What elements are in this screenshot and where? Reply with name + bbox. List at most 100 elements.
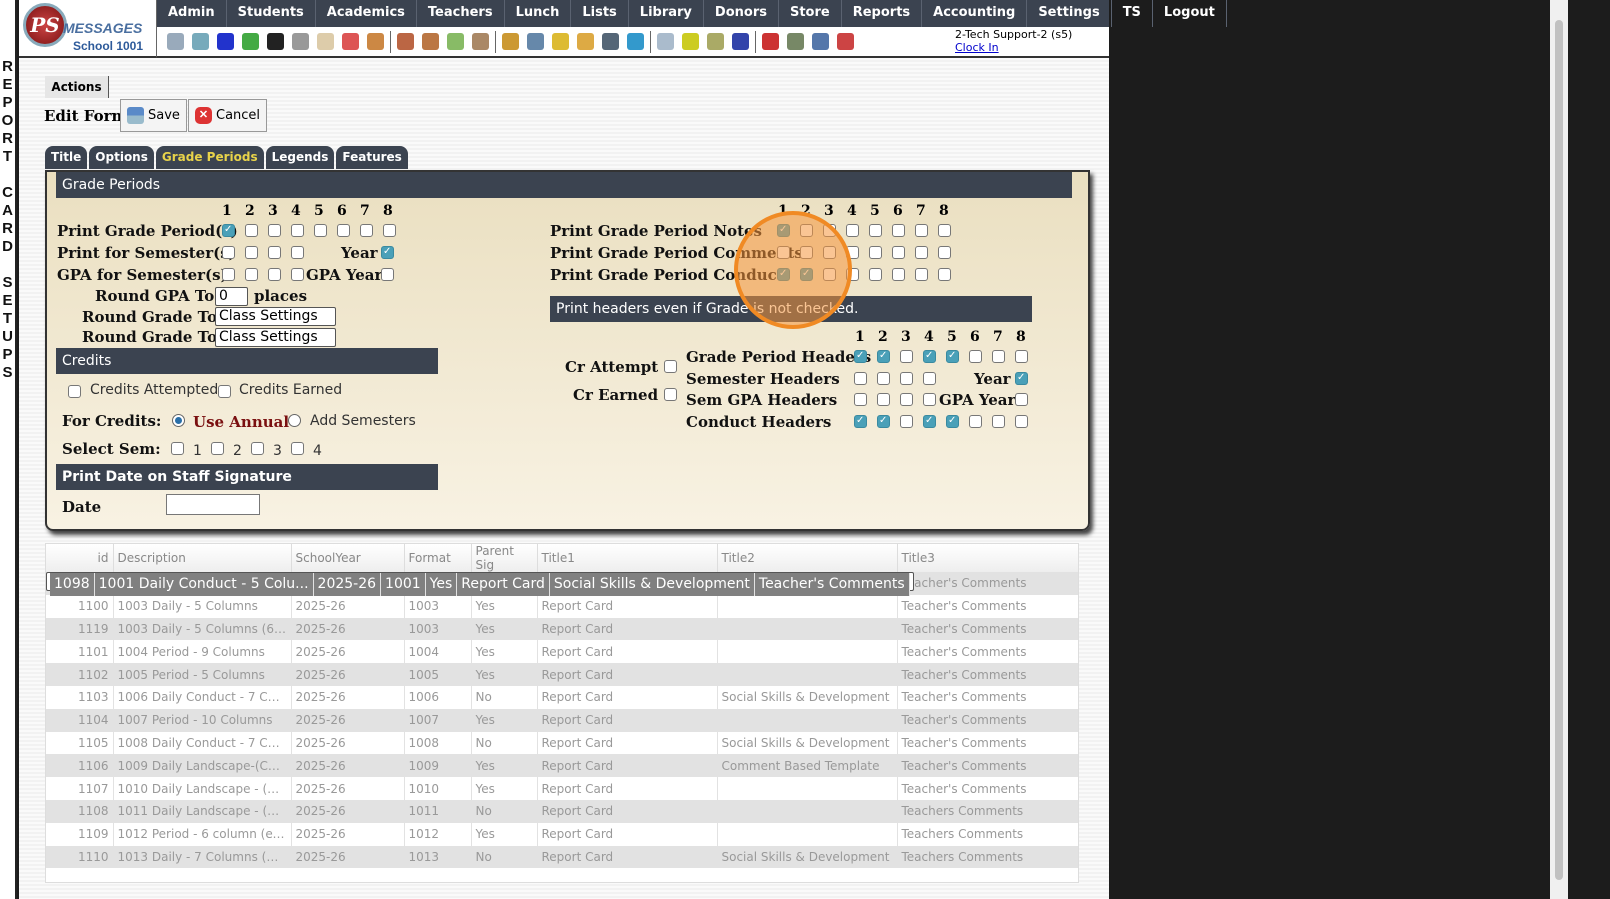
round-grade-select-2[interactable]: Class Settings	[215, 328, 336, 347]
megaphone-icon[interactable]	[367, 33, 384, 50]
table-row[interactable]: 1103 1006 Daily Conduct - 7 Colu... 2025-2…	[46, 685, 1078, 709]
table-row[interactable]: 1104 1007 Period - 10 Columns 2025-26 1007 Y…	[46, 708, 1078, 732]
email-icon[interactable]	[217, 33, 234, 50]
sem-gpa-header-checkbox[interactable]	[900, 393, 913, 406]
print-period-checkbox[interactable]	[245, 224, 258, 237]
comments-checkbox[interactable]	[915, 246, 928, 259]
ap-icon[interactable]	[732, 33, 749, 50]
notes-checkbox[interactable]	[892, 224, 905, 237]
print-semester-checkbox[interactable]	[268, 246, 281, 259]
column-header-parent-sig[interactable]: Parent Sig	[471, 544, 538, 572]
register-icon[interactable]	[707, 33, 724, 50]
comments-checkbox[interactable]	[800, 246, 813, 259]
tab-features[interactable]: Features	[336, 146, 408, 169]
nav-donors[interactable]: Donors	[704, 0, 779, 27]
table-row[interactable]: 1107 1010 Daily Landscape - (Atte... 2025-…	[46, 777, 1078, 800]
gp-header-checkbox[interactable]	[969, 350, 982, 363]
clock-icon[interactable]	[627, 33, 644, 50]
comments-checkbox[interactable]	[869, 246, 882, 259]
cart-icon[interactable]	[577, 33, 594, 50]
date-icon[interactable]	[342, 33, 359, 50]
nav-lunch[interactable]: Lunch	[505, 0, 572, 27]
gp-header-checkbox[interactable]	[854, 350, 867, 363]
conduct-header-checkbox[interactable]	[877, 415, 890, 428]
nav-logout[interactable]: Logout	[1153, 0, 1227, 27]
actions-tab[interactable]: Actions	[45, 76, 109, 98]
table-row[interactable]: 1106 1009 Daily Landscape-(Core/... 2025-2…	[46, 754, 1078, 778]
table-row[interactable]: 1101 1004 Period - 9 Columns 2025-26 1004 Ye…	[46, 640, 1078, 664]
comments-checkbox[interactable]	[777, 246, 790, 259]
add-person-icon[interactable]	[397, 33, 414, 50]
print-period-checkbox[interactable]	[360, 224, 373, 237]
conduct-checkbox[interactable]	[846, 268, 859, 281]
table-row[interactable]: 1102 1005 Period - 5 Columns 2025-26 1005 Ye…	[46, 663, 1078, 686]
table-row[interactable]: 1119 1003 Daily - 5 Columns (6675) 2025-26…	[46, 617, 1078, 641]
book-icon[interactable]	[527, 33, 544, 50]
sem-header-checkbox[interactable]	[923, 372, 936, 385]
nav-store[interactable]: Store	[779, 0, 842, 27]
teacher-icon[interactable]	[602, 33, 619, 50]
column-header-format[interactable]: Format	[404, 544, 472, 572]
gpa-year-checkbox[interactable]	[381, 268, 394, 281]
sem-header-checkbox[interactable]	[900, 372, 913, 385]
notes-checkbox[interactable]	[938, 224, 951, 237]
column-header-title1[interactable]: Title1	[537, 544, 718, 572]
column-header-description[interactable]: Description	[113, 544, 292, 572]
tag-icon[interactable]	[552, 33, 569, 50]
schedule-icon[interactable]	[317, 33, 334, 50]
notes-checkbox[interactable]	[800, 224, 813, 237]
print-period-checkbox[interactable]	[337, 224, 350, 237]
select-sem-checkbox[interactable]	[171, 442, 184, 455]
burger-icon[interactable]	[502, 33, 519, 50]
chat-icon[interactable]	[242, 33, 259, 50]
sheet-icon[interactable]	[657, 33, 674, 50]
save-button[interactable]: Save	[120, 99, 187, 132]
gp-header-checkbox[interactable]	[1015, 350, 1028, 363]
use-annual-radio[interactable]	[172, 414, 185, 427]
conduct-header-checkbox[interactable]	[900, 415, 913, 428]
card-icon[interactable]	[682, 33, 699, 50]
logo[interactable]: PS MESSAGES School 1001	[19, 0, 157, 58]
notes-checkbox[interactable]	[846, 224, 859, 237]
tab-legends[interactable]: Legends	[265, 146, 335, 169]
notes-checkbox[interactable]	[777, 224, 790, 237]
table-row[interactable]: 1100 1003 Daily - 5 Columns 2025-26 1003 Yes…	[46, 594, 1078, 618]
group-icon[interactable]	[472, 33, 489, 50]
conduct-header-checkbox[interactable]	[992, 415, 1005, 428]
sem-gpa-header-checkbox[interactable]	[923, 393, 936, 406]
table-row[interactable]: 1108 1011 Daily Landscape - (Atte... 2025-…	[46, 799, 1078, 823]
gpa-year-header-checkbox[interactable]	[1015, 393, 1028, 406]
gp-header-checkbox[interactable]	[946, 350, 959, 363]
gp-header-checkbox[interactable]	[877, 350, 890, 363]
conduct-checkbox[interactable]	[915, 268, 928, 281]
clock-in-link[interactable]: Clock In	[955, 41, 1072, 54]
help-icon[interactable]	[812, 33, 829, 50]
conduct-header-checkbox[interactable]	[946, 415, 959, 428]
select-sem-checkbox[interactable]	[211, 442, 224, 455]
nav-teachers[interactable]: Teachers	[417, 0, 505, 27]
cancel-button[interactable]: ✕ Cancel	[188, 99, 268, 132]
conduct-checkbox[interactable]	[869, 268, 882, 281]
scrollbar-thumb[interactable]	[1555, 20, 1563, 880]
comments-checkbox[interactable]	[892, 246, 905, 259]
conduct-header-checkbox[interactable]	[923, 415, 936, 428]
tab-grade-periods[interactable]: Grade Periods	[155, 146, 264, 169]
nav-academics[interactable]: Academics	[316, 0, 417, 27]
print-semester-checkbox[interactable]	[245, 246, 258, 259]
gpa-semester-checkbox[interactable]	[291, 268, 304, 281]
print-period-checkbox[interactable]	[291, 224, 304, 237]
notes-checkbox[interactable]	[823, 224, 836, 237]
notes-checkbox[interactable]	[915, 224, 928, 237]
column-header-schoolyear[interactable]: SchoolYear	[291, 544, 405, 572]
add-semesters-radio[interactable]	[288, 414, 301, 427]
nav-library[interactable]: Library	[629, 0, 704, 27]
table-row[interactable]: 1110 1013 Daily - 7 Columns (Con... 2025-2…	[46, 845, 1078, 869]
comments-checkbox[interactable]	[938, 246, 951, 259]
conduct-checkbox[interactable]	[777, 268, 790, 281]
cr-attempt-checkbox[interactable]	[664, 360, 677, 373]
cash-icon[interactable]	[787, 33, 804, 50]
print-semester-checkbox[interactable]	[222, 246, 235, 259]
year-header-checkbox[interactable]	[1015, 372, 1028, 385]
notes-checkbox[interactable]	[869, 224, 882, 237]
select-sem-checkbox[interactable]	[291, 442, 304, 455]
